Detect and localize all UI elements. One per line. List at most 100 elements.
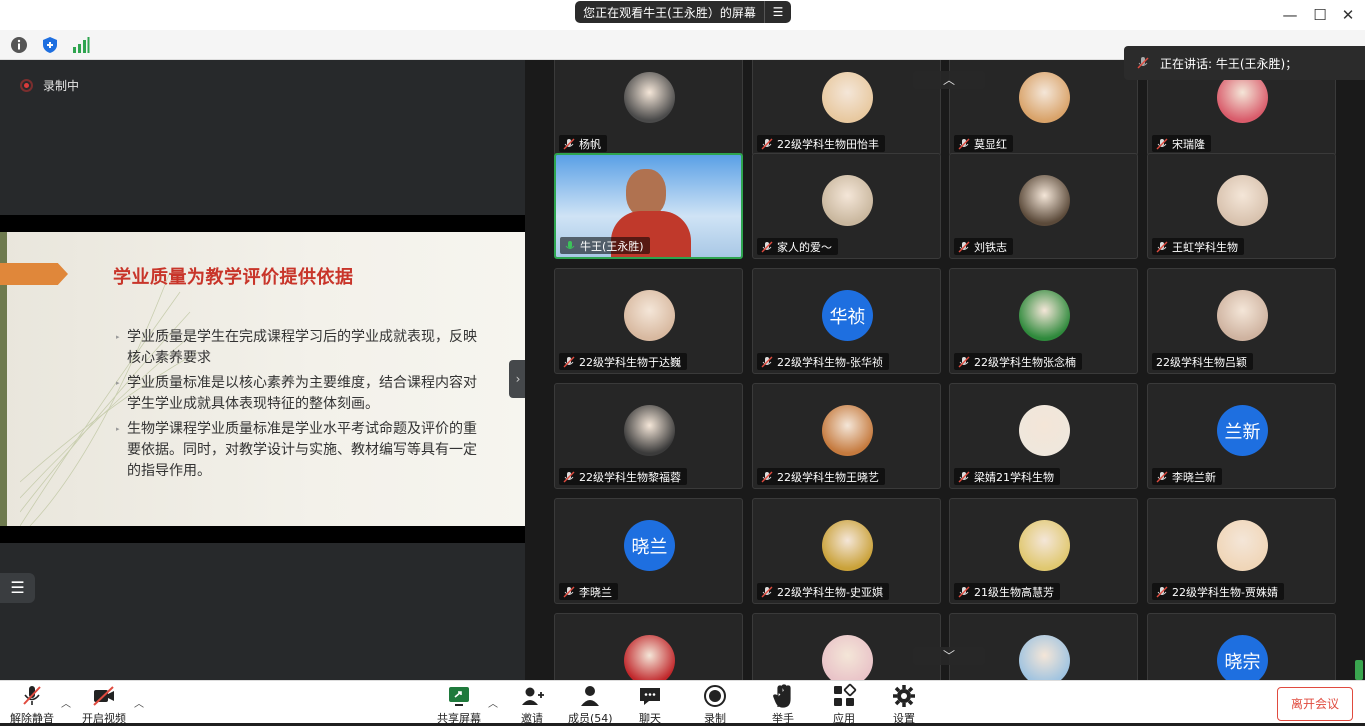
record-button[interactable]: 录制: [702, 683, 728, 726]
muted-mic-icon: [761, 471, 773, 483]
recording-label: 录制中: [43, 79, 80, 93]
participant-name: 22级学科生物吕颖: [1156, 355, 1247, 369]
audio-options-chevron-icon[interactable]: ︿: [61, 695, 71, 710]
close-icon[interactable]: ✕: [1338, 5, 1358, 25]
share-screen-button[interactable]: 共享屏幕: [437, 683, 481, 726]
settings-button[interactable]: 设置: [891, 683, 917, 726]
participant-tile[interactable]: 梁婧21学科生物: [949, 383, 1138, 489]
participant-name: 22级学科生物王晓艺: [777, 470, 879, 484]
avatar: [1019, 635, 1070, 680]
muted-mic-icon: [1156, 138, 1168, 150]
list-menu-icon[interactable]: ☰: [0, 573, 35, 603]
avatar: [1019, 175, 1070, 226]
participant-name: 王虹学科生物: [1172, 240, 1238, 254]
minimize-icon[interactable]: —: [1280, 5, 1300, 25]
participant-tile[interactable]: 刘铁志: [949, 153, 1138, 259]
scroll-up-icon[interactable]: ︿: [913, 71, 985, 89]
muted-mic-icon: [958, 586, 970, 598]
participant-gallery: 杨帆 22级学科生物田怡丰 莫显红 宋瑞隆 牛王(王永胜) 家人的爱～ 刘铁志 王虹学科生物 2…: [525, 60, 1365, 680]
active-speaker-banner: 正在讲话: 牛王(王永胜)；: [1124, 46, 1365, 80]
participant-nametag: 家人的爱～: [757, 238, 838, 255]
muted-mic-icon: [1156, 241, 1168, 253]
participant-nametag: 李晓兰新: [1152, 468, 1222, 485]
avatar-initials: 晓宗: [1224, 651, 1261, 673]
participant-name: 22级学科生物-贾姝婧: [1172, 585, 1278, 599]
participant-name: 刘铁志: [974, 240, 1007, 254]
recording-dot-icon: [20, 79, 33, 92]
participant-tile[interactable]: 牛王(王永胜): [554, 153, 743, 259]
participant-tile[interactable]: 华祯 22级学科生物-张华祯: [752, 268, 941, 374]
avatar-initials: 兰新: [1224, 421, 1261, 443]
gallery-scrollbar[interactable]: [1355, 660, 1363, 680]
avatar: [1217, 175, 1268, 226]
settings-label: 设置: [893, 712, 915, 725]
participant-tile[interactable]: 家人的爱～: [752, 153, 941, 259]
avatar: [822, 175, 873, 226]
muted-mic-icon: [563, 138, 575, 150]
invite-button[interactable]: 邀请: [519, 683, 545, 726]
share-options-chevron-icon[interactable]: ︿: [488, 695, 498, 710]
info-icon[interactable]: [10, 36, 28, 54]
scroll-down-icon[interactable]: ﹀: [913, 647, 985, 665]
share-status-text: 您正在观看牛王(王永胜）的屏幕: [583, 5, 756, 20]
avatar-initials: 晓兰: [631, 536, 668, 558]
participant-tile[interactable]: 晓宗: [1147, 613, 1336, 680]
participant-tile[interactable]: 22级学科生物吕颖: [1147, 268, 1336, 374]
participant-tile[interactable]: 22级学科生物黎福蓉: [554, 383, 743, 489]
participant-tile[interactable]: 兰新李晓兰新: [1147, 383, 1336, 489]
participant-name: 22级学科生物-张华祯: [777, 355, 883, 369]
participant-tile[interactable]: 21级生物高慧芳: [949, 498, 1138, 604]
security-shield-icon[interactable]: [41, 36, 59, 54]
muted-mic-icon: [563, 471, 575, 483]
participant-nametag: 李晓兰: [559, 583, 618, 600]
participant-tile[interactable]: 22级学科生物-史亚娸: [752, 498, 941, 604]
record-label: 录制: [704, 712, 726, 725]
participant-nametag: 22级学科生物-张华祯: [757, 353, 889, 370]
start-video-button[interactable]: 开启视频: [82, 683, 126, 726]
raise-hand-button[interactable]: 举手: [770, 683, 796, 726]
participant-tile[interactable]: [752, 613, 941, 680]
members-label: 成员(54): [568, 712, 613, 725]
participant-name: 22级学科生物黎福蓉: [579, 470, 681, 484]
participant-tile[interactable]: [554, 613, 743, 680]
participant-nametag: 刘铁志: [954, 238, 1013, 255]
avatar: [822, 72, 873, 123]
avatar: [624, 405, 675, 456]
avatar: 华祯: [822, 290, 873, 341]
participant-nametag: 梁婧21学科生物: [954, 468, 1060, 485]
participant-name: 22级学科生物张念楠: [974, 355, 1076, 369]
participant-tile[interactable]: 22级学科生物-贾姝婧: [1147, 498, 1336, 604]
chat-button[interactable]: 聊天: [637, 683, 663, 726]
participant-tile[interactable]: 杨帆: [554, 60, 743, 156]
participant-nametag: 22级学科生物张念楠: [954, 353, 1082, 370]
window-titlebar: 您正在观看牛王(王永胜）的屏幕 ☰ — ☐ ✕: [0, 0, 1365, 30]
share-status-pill[interactable]: 您正在观看牛王(王永胜）的屏幕 ☰: [575, 1, 791, 23]
participant-tile[interactable]: 22级学科生物张念楠: [949, 268, 1138, 374]
muted-mic-icon: [563, 586, 575, 598]
participant-nametag: 22级学科生物吕颖: [1152, 353, 1253, 370]
slide: 学业质量为教学评价提供依据 学业质量是学生在完成课程学习后的学业成就表现，反映核…: [0, 232, 525, 526]
avatar: 晓宗: [1217, 635, 1268, 680]
participant-name: 李晓兰新: [1172, 470, 1216, 484]
maximize-icon[interactable]: ☐: [1310, 5, 1330, 25]
participant-tile[interactable]: 22级学科生物王晓艺: [752, 383, 941, 489]
slide-title: 学业质量为教学评价提供依据: [113, 267, 354, 288]
muted-mic-icon: [958, 138, 970, 150]
add-user-icon: [522, 687, 544, 705]
participant-tile[interactable]: 晓兰李晓兰: [554, 498, 743, 604]
signal-strength-icon[interactable]: [72, 36, 90, 54]
slide-bullet: 生物学课程学业质量标准是学业水平考试命题及评价的重要依据。同时，对教学设计与实施…: [116, 419, 487, 482]
active-speaker-text: 正在讲话: 牛王(王永胜)；: [1160, 56, 1298, 71]
muted-mic-icon: [958, 241, 970, 253]
muted-mic-icon: [23, 686, 41, 705]
avatar: [1217, 290, 1268, 341]
participant-tile[interactable]: 王虹学科生物: [1147, 153, 1336, 259]
members-button[interactable]: 成员(54): [568, 683, 613, 726]
video-options-chevron-icon[interactable]: ︿: [134, 695, 144, 710]
apps-button[interactable]: 应用: [831, 683, 857, 726]
unmute-button[interactable]: 解除静音: [10, 683, 54, 726]
participant-tile[interactable]: 22级学科生物于达巍: [554, 268, 743, 374]
leave-meeting-button[interactable]: 离开会议: [1277, 687, 1353, 721]
share-menu-icon[interactable]: ☰: [765, 5, 791, 19]
avatar: [1019, 520, 1070, 571]
